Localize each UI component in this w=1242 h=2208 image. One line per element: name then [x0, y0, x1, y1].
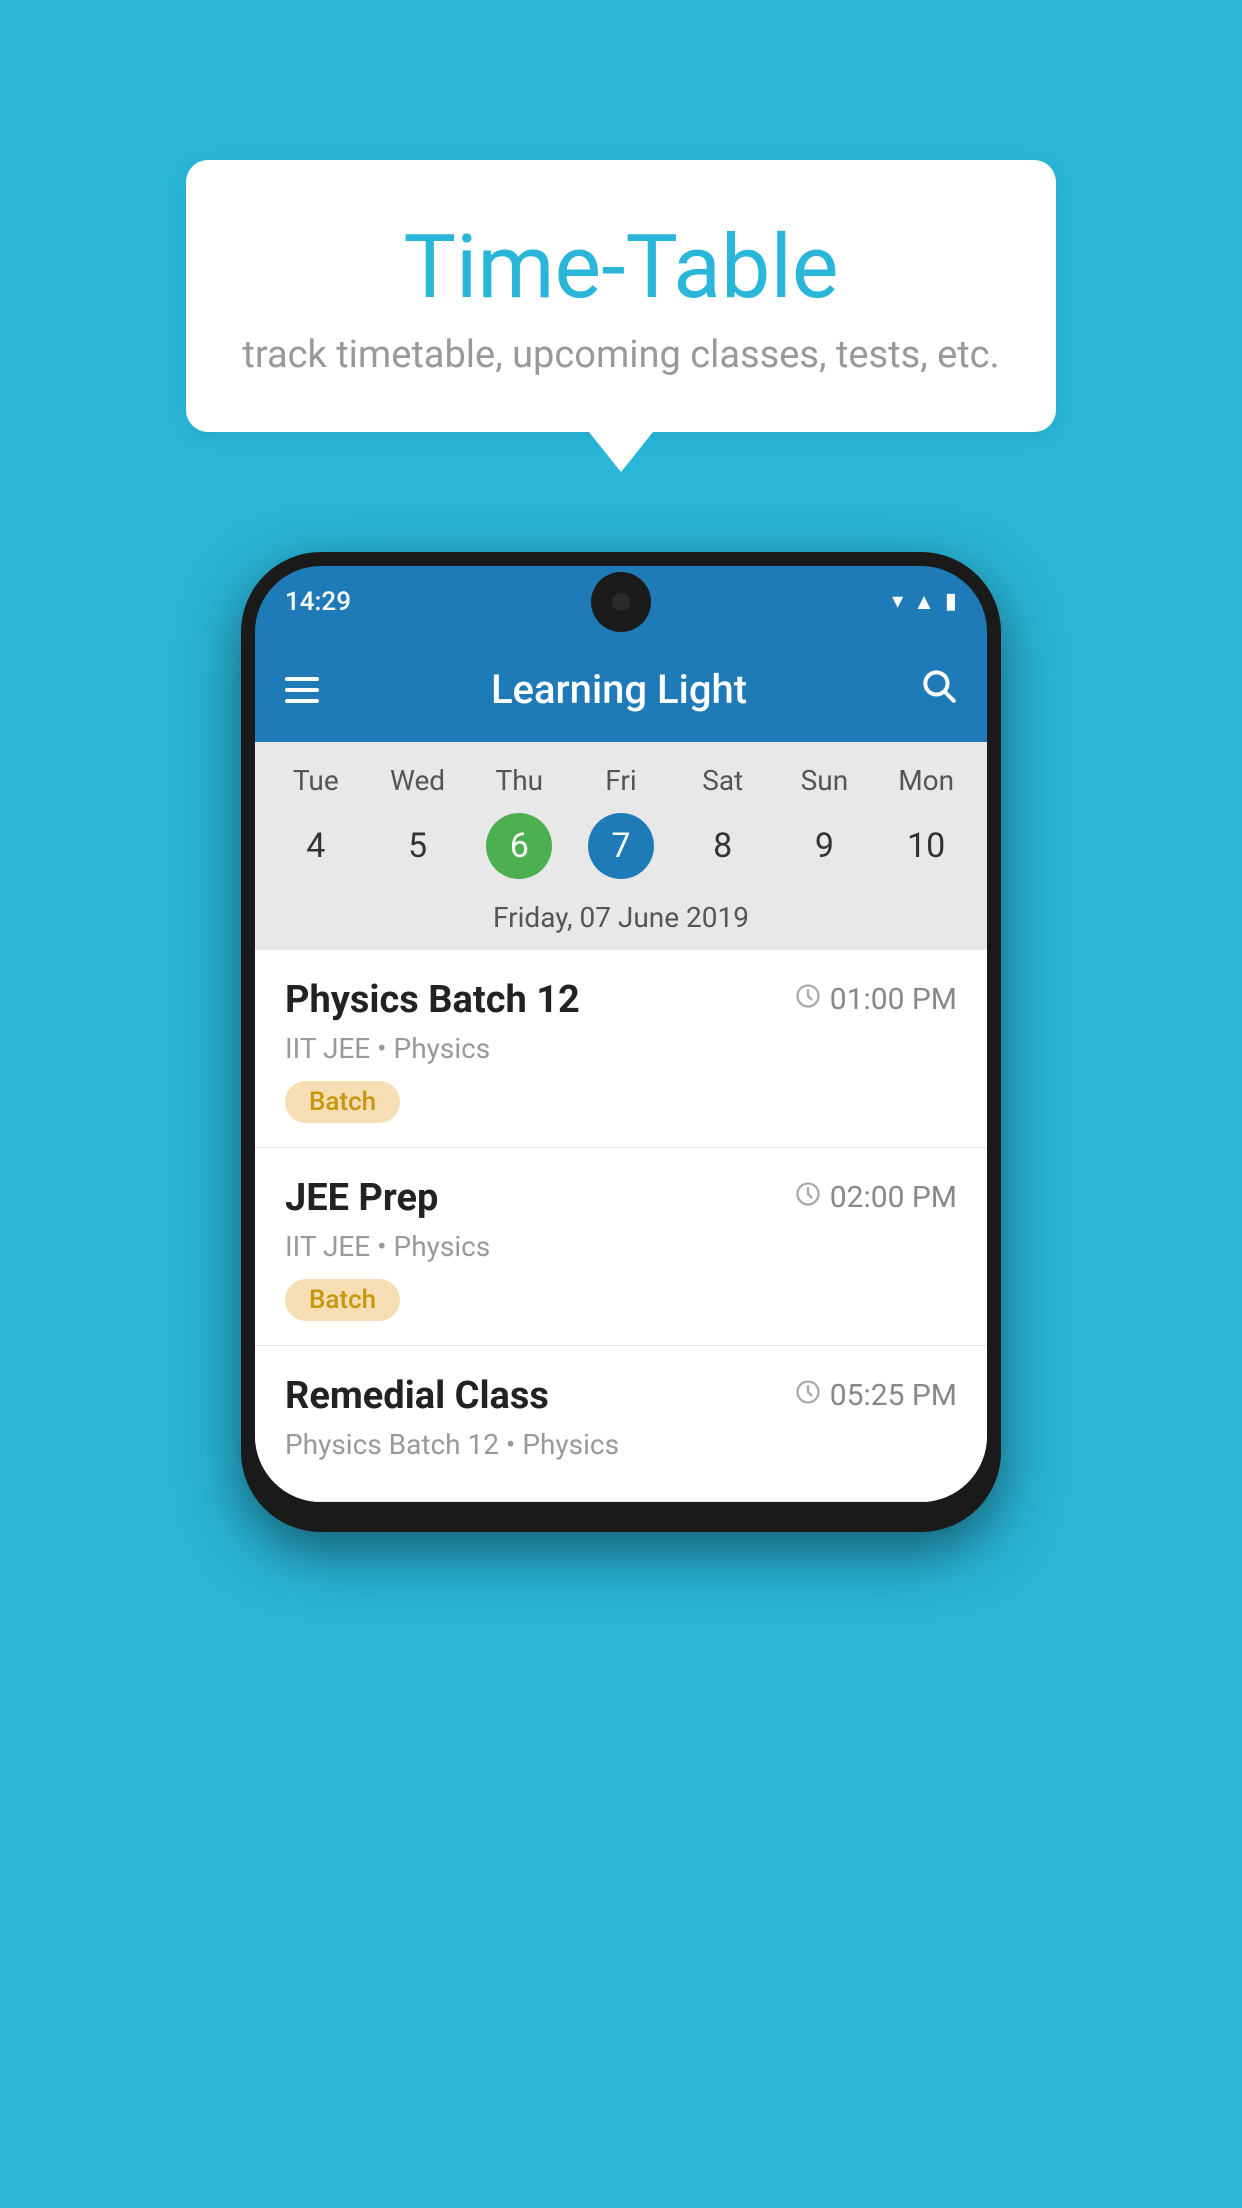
day-6-today[interactable]: 6 [486, 813, 552, 879]
schedule-item-title-1: Physics Batch 12 [285, 978, 580, 1022]
search-icon[interactable] [919, 666, 957, 714]
bubble-subtitle: track timetable, upcoming classes, tests… [226, 333, 1016, 377]
app-header: Learning Light [255, 638, 987, 742]
batch-badge-1: Batch [285, 1081, 400, 1123]
day-5[interactable]: 5 [367, 813, 469, 879]
schedule-item-physics-batch-12[interactable]: Physics Batch 12 01:00 PM IIT JEE • P [255, 950, 987, 1148]
day-header-sat: Sat [672, 758, 774, 803]
day-header-thu: Thu [468, 758, 570, 803]
day-numbers: 4 5 6 7 8 9 10 [255, 803, 987, 889]
battery-icon: ▮ [945, 589, 957, 614]
signal-icon: ▲ [913, 589, 935, 615]
speech-bubble-tail [589, 432, 653, 472]
selected-date-label: Friday, 07 June 2019 [255, 889, 987, 950]
schedule-item-subtitle-3: Physics Batch 12 • Physics [285, 1428, 957, 1461]
phone-container: 14:29 ▾ ▲ ▮ Learning Light [241, 552, 1001, 1532]
status-time: 14:29 [285, 587, 351, 617]
schedule-item-subtitle-1: IIT JEE • Physics [285, 1032, 957, 1065]
time-text-1: 01:00 PM [830, 982, 957, 1017]
schedule-item-title-2: JEE Prep [285, 1176, 438, 1220]
time-text-3: 05:25 PM [830, 1378, 957, 1413]
schedule-item-title-3: Remedial Class [285, 1374, 549, 1418]
calendar-strip: Tue Wed Thu Fri Sat Sun Mon 4 5 6 7 8 9 … [255, 742, 987, 950]
day-header-tue: Tue [265, 758, 367, 803]
schedule-item-header-1: Physics Batch 12 01:00 PM [285, 978, 957, 1022]
phone-screen: Learning Light Tue Wed Thu Fri Sat Sun [255, 638, 987, 1502]
schedule-item-remedial-class[interactable]: Remedial Class 05:25 PM Physics Batch [255, 1346, 987, 1502]
schedule-item-time-2: 02:00 PM [794, 1180, 957, 1215]
day-10[interactable]: 10 [875, 813, 977, 879]
phone-frame: 14:29 ▾ ▲ ▮ Learning Light [241, 552, 1001, 1532]
schedule-item-header-2: JEE Prep 02:00 PM [285, 1176, 957, 1220]
schedule-item-header-3: Remedial Class 05:25 PM [285, 1374, 957, 1418]
day-header-fri: Fri [570, 758, 672, 803]
day-header-wed: Wed [367, 758, 469, 803]
clock-icon-1 [794, 982, 822, 1017]
schedule-item-time-1: 01:00 PM [794, 982, 957, 1017]
clock-icon-2 [794, 1180, 822, 1215]
day-header-mon: Mon [875, 758, 977, 803]
schedule-item-time-3: 05:25 PM [794, 1378, 957, 1413]
schedule-item-subtitle-2: IIT JEE • Physics [285, 1230, 957, 1263]
day-9[interactable]: 9 [774, 813, 876, 879]
camera-dot [612, 593, 630, 611]
day-headers: Tue Wed Thu Fri Sat Sun Mon [255, 758, 987, 803]
notch-cutout [591, 572, 651, 632]
status-bar: 14:29 ▾ ▲ ▮ [255, 566, 987, 638]
day-4[interactable]: 4 [265, 813, 367, 879]
schedule-item-jee-prep[interactable]: JEE Prep 02:00 PM IIT JEE • Physics [255, 1148, 987, 1346]
clock-icon-3 [794, 1378, 822, 1413]
speech-bubble-container: Time-Table track timetable, upcoming cla… [186, 160, 1056, 472]
batch-badge-2: Batch [285, 1279, 400, 1321]
speech-bubble: Time-Table track timetable, upcoming cla… [186, 160, 1056, 432]
status-icons: ▾ ▲ ▮ [892, 589, 957, 615]
app-title: Learning Light [491, 666, 747, 713]
day-header-sun: Sun [774, 758, 876, 803]
bubble-title: Time-Table [226, 220, 1016, 317]
schedule-list: Physics Batch 12 01:00 PM IIT JEE • P [255, 950, 987, 1502]
day-7-selected[interactable]: 7 [588, 813, 654, 879]
hamburger-menu-icon[interactable] [285, 677, 319, 703]
wifi-icon: ▾ [892, 589, 903, 614]
time-text-2: 02:00 PM [830, 1180, 957, 1215]
day-8[interactable]: 8 [672, 813, 774, 879]
